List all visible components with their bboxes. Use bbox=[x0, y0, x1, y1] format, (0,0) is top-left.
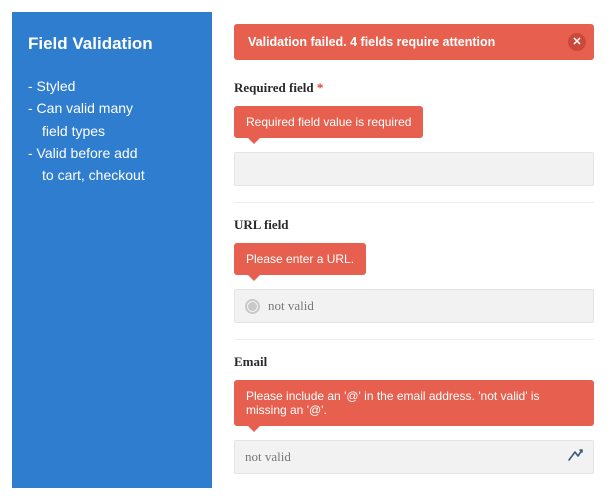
divider bbox=[234, 339, 594, 340]
error-tooltip: Required field value is required bbox=[234, 106, 423, 138]
sidebar-line: field types bbox=[28, 121, 196, 141]
required-input[interactable] bbox=[234, 152, 594, 186]
required-star: * bbox=[317, 80, 324, 95]
validation-alert: Validation failed. 4 fields require atte… bbox=[234, 24, 594, 60]
field-required: Required field * Required field value is… bbox=[234, 80, 594, 186]
field-label: Email bbox=[234, 354, 594, 370]
globe-icon bbox=[245, 299, 260, 314]
sidebar-title: Field Validation bbox=[28, 34, 196, 54]
email-input[interactable]: not valid bbox=[234, 440, 594, 474]
sidebar-line: - Valid before add bbox=[28, 143, 196, 163]
divider bbox=[234, 202, 594, 203]
form-area: Validation failed. 4 fields require atte… bbox=[212, 12, 604, 488]
sidebar-line: - Styled bbox=[28, 76, 196, 96]
error-tooltip: Please enter a URL. bbox=[234, 243, 366, 275]
app-frame: Field Validation - Styled - Can valid ma… bbox=[0, 0, 616, 500]
sidebar: Field Validation - Styled - Can valid ma… bbox=[12, 12, 212, 488]
alert-message: Validation failed. 4 fields require atte… bbox=[248, 35, 495, 49]
field-label: Required field * bbox=[234, 80, 594, 96]
close-icon[interactable]: ✕ bbox=[568, 33, 586, 51]
field-url: URL field Please enter a URL. not valid bbox=[234, 217, 594, 323]
label-text: Required field bbox=[234, 80, 314, 95]
field-label: URL field bbox=[234, 217, 594, 233]
input-value: not valid bbox=[268, 298, 314, 314]
sidebar-line: - Can valid many bbox=[28, 98, 196, 118]
field-email: Email Please include an '@' in the email… bbox=[234, 354, 594, 474]
autofill-icon bbox=[567, 448, 585, 466]
error-tooltip: Please include an '@' in the email addre… bbox=[234, 380, 594, 426]
url-input[interactable]: not valid bbox=[234, 289, 594, 323]
input-value: not valid bbox=[245, 449, 291, 465]
sidebar-line: to cart, checkout bbox=[28, 165, 196, 185]
